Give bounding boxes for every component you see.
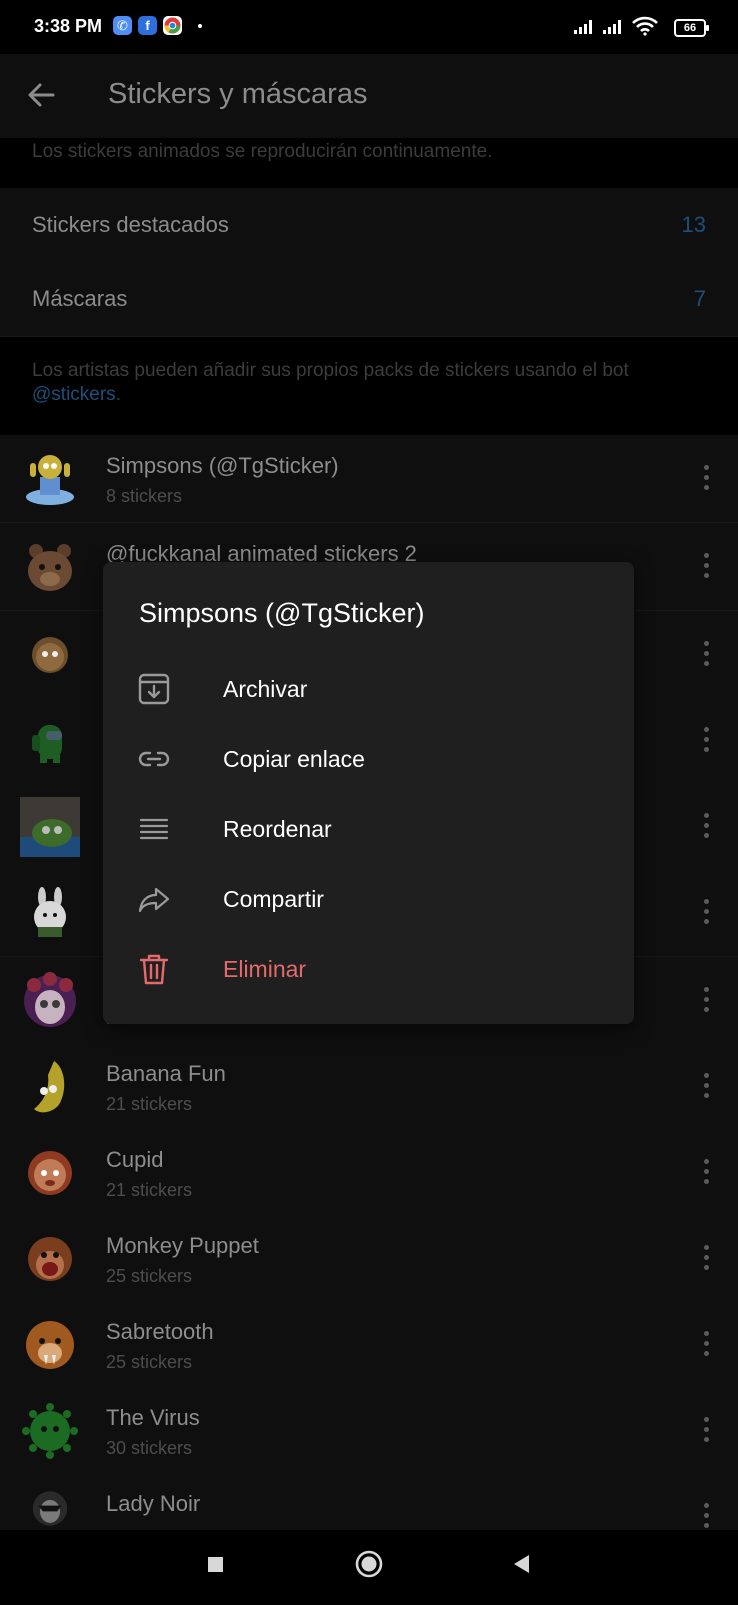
pack-count: 25 stickers <box>106 1266 193 1286</box>
pack-name: Monkey Puppet <box>106 1233 259 1258</box>
artists-hint-end: . <box>115 384 121 405</box>
banana-sticker-icon <box>34 1061 65 1113</box>
status-bar: 3:38 PM ✆ f 66 <box>0 0 738 54</box>
stickers-bot-link[interactable]: @stickers <box>32 384 116 405</box>
battery-indicator: 66 <box>674 19 709 37</box>
pack-row[interactable]: Simpsons (@TgSticker) 8 stickers <box>0 435 738 523</box>
page-title: Stickers y máscaras <box>108 78 368 110</box>
triangle-back-icon <box>514 1555 529 1573</box>
signal-icon-2 <box>603 20 621 34</box>
setting-label: Stickers destacados <box>32 212 229 237</box>
animated-hint-text: Los stickers animados se reproducirán co… <box>32 141 493 162</box>
share-icon <box>138 887 170 913</box>
pack-name: The Virus <box>106 1405 200 1430</box>
setting-masks[interactable]: Máscaras 7 <box>0 262 738 337</box>
pack-row[interactable]: Lady Noir <box>0 1473 738 1531</box>
pack-count: 21 stickers <box>106 1094 193 1114</box>
share-label: Compartir <box>223 886 324 912</box>
pack-count: 21 stickers <box>106 1180 193 1200</box>
signal-icon <box>574 20 592 34</box>
artists-hint-section: Los artistas pueden añadir sus propios p… <box>0 337 738 432</box>
pack-row[interactable]: The Virus 30 stickers <box>0 1387 738 1475</box>
delete-menu-item[interactable]: Eliminar <box>103 934 634 1006</box>
setting-featured-stickers[interactable]: Stickers destacados 13 <box>0 188 738 263</box>
homer-sticker-icon <box>26 455 74 505</box>
pack-name: Cupid <box>106 1147 164 1172</box>
bear-sticker-icon <box>28 544 72 591</box>
cupid-sticker-icon <box>28 1151 72 1195</box>
wifi-icon <box>632 16 658 36</box>
setting-value: 7 <box>693 286 706 311</box>
pack-more-icon[interactable] <box>704 1073 710 1099</box>
circle-icon <box>355 1550 383 1578</box>
popup-title: Simpsons (@TgSticker) <box>139 598 425 628</box>
whatsapp-icon: ✆ <box>113 16 132 35</box>
pack-more-icon[interactable] <box>704 1159 710 1185</box>
square-icon <box>208 1557 223 1572</box>
system-navigation-bar <box>0 1530 738 1600</box>
delete-label: Eliminar <box>223 956 307 982</box>
pack-more-icon[interactable] <box>704 813 710 839</box>
status-time: 3:38 PM <box>34 16 103 36</box>
notification-dot <box>198 24 202 28</box>
archive-menu-item[interactable]: Archivar <box>103 654 634 726</box>
chrome-icon <box>163 16 182 35</box>
catrina-sticker-icon <box>24 972 76 1027</box>
bunny-sticker-icon <box>34 887 66 937</box>
reorder-label: Reordenar <box>223 816 332 842</box>
setting-value: 13 <box>681 212 706 237</box>
facebook-icon: f <box>138 16 157 35</box>
pack-name: Banana Fun <box>106 1061 226 1086</box>
among-us-sticker-icon <box>32 725 62 763</box>
pack-more-icon[interactable] <box>704 1503 710 1529</box>
reorder-menu-item[interactable]: Reordenar <box>103 794 634 866</box>
trash-icon <box>139 954 169 985</box>
pack-name: Simpsons (@TgSticker) <box>106 453 339 478</box>
pack-context-menu: Simpsons (@TgSticker) Archivar Copiar en… <box>103 562 634 1024</box>
pack-more-icon[interactable] <box>704 465 710 491</box>
recents-button[interactable] <box>180 1530 250 1600</box>
sabretooth-sticker-icon <box>26 1321 74 1369</box>
pack-name: Sabretooth <box>106 1319 214 1344</box>
link-icon <box>138 751 170 767</box>
monkey-sticker-icon <box>28 1237 72 1281</box>
copy-link-label: Copiar enlace <box>223 746 365 772</box>
pack-more-icon[interactable] <box>704 727 710 753</box>
pack-more-icon[interactable] <box>704 987 710 1013</box>
pack-row[interactable]: Monkey Puppet 25 stickers <box>0 1215 738 1303</box>
back-button[interactable] <box>486 1530 556 1600</box>
pack-name: Lady Noir <box>106 1491 201 1516</box>
animated-hint-section: Los stickers animados se reproducirán co… <box>0 138 738 188</box>
archive-icon <box>138 673 170 705</box>
pack-more-icon[interactable] <box>704 1245 710 1271</box>
pack-count: 8 stickers <box>106 486 183 506</box>
artists-hint-body: Los artistas pueden añadir sus propios p… <box>32 360 629 381</box>
pack-more-icon[interactable] <box>704 553 710 579</box>
pack-count: 25 stickers <box>106 1352 193 1372</box>
virus-sticker-icon <box>22 1403 78 1459</box>
setting-label: Máscaras <box>32 286 128 311</box>
pack-more-icon[interactable] <box>704 1331 710 1357</box>
share-menu-item[interactable]: Compartir <box>103 864 634 936</box>
back-arrow-icon[interactable] <box>26 80 56 110</box>
pepe-sticker-icon <box>20 797 80 857</box>
pack-more-icon[interactable] <box>704 899 710 925</box>
pack-row[interactable]: Cupid 21 stickers <box>0 1129 738 1217</box>
pack-row[interactable]: Sabretooth 25 stickers <box>0 1301 738 1389</box>
reorder-icon <box>139 818 169 840</box>
lady-noir-sticker-icon <box>32 1491 68 1526</box>
artists-hint-text: Los artistas pueden añadir sus propios p… <box>32 359 712 407</box>
pack-more-icon[interactable] <box>704 641 710 667</box>
home-button[interactable] <box>334 1530 404 1600</box>
pack-count: 30 stickers <box>106 1438 193 1458</box>
archive-label: Archivar <box>223 676 308 702</box>
face-sticker-icon <box>32 637 68 673</box>
copy-link-menu-item[interactable]: Copiar enlace <box>103 724 634 796</box>
pack-row[interactable]: Banana Fun 21 stickers <box>0 1043 738 1131</box>
pack-more-icon[interactable] <box>704 1417 710 1443</box>
